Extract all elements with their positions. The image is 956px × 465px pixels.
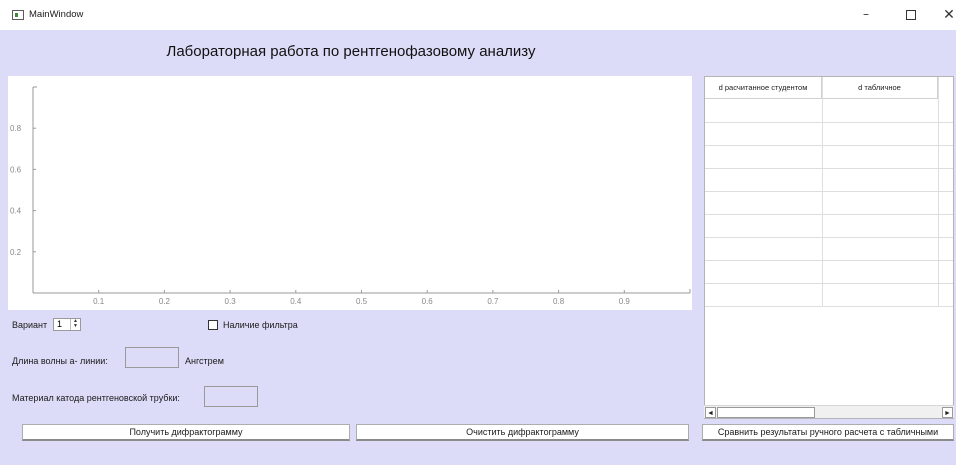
- table-row[interactable]: [705, 284, 953, 307]
- wavelength-label: Длина волны а- линии:: [12, 356, 108, 366]
- compare-results-button[interactable]: Сравнить результаты ручного расчета с та…: [702, 424, 954, 441]
- minimize-button[interactable]: –: [856, 6, 876, 24]
- y-tick-label: 0.8: [10, 124, 22, 133]
- maximize-icon: [906, 10, 916, 20]
- y-tick-label: 0.4: [10, 207, 22, 216]
- x-tick-label: 0.2: [159, 297, 171, 306]
- title-bar: MainWindow – ✕: [0, 0, 956, 30]
- variant-label: Вариант: [12, 320, 48, 330]
- scroll-right-icon[interactable]: ►: [942, 407, 953, 418]
- x-tick-label: 0.7: [487, 297, 499, 306]
- filter-checkbox[interactable]: [208, 320, 218, 330]
- close-button[interactable]: ✕: [939, 6, 956, 24]
- table-row[interactable]: [705, 261, 953, 284]
- column-header-table[interactable]: d табличное: [822, 77, 938, 99]
- maximize-button[interactable]: [901, 6, 921, 24]
- spin-arrows-icon[interactable]: ▲ ▼: [70, 319, 80, 330]
- y-tick-label: 0.2: [10, 248, 22, 257]
- window-title: MainWindow: [29, 9, 84, 20]
- table-row[interactable]: [705, 123, 953, 146]
- column-divider: [822, 77, 823, 307]
- app-icon: [12, 10, 24, 20]
- scroll-thumb[interactable]: [717, 407, 815, 418]
- cathode-label: Материал катода рентгеновской трубки:: [12, 393, 180, 403]
- table-row[interactable]: [705, 215, 953, 238]
- diffractogram-plot[interactable]: 0.1 0.2 0.3 0.4 0.5 0.6 0.7 0.8 0.9 0.2 0.4 0.6 0.8: [8, 76, 692, 310]
- table-horizontal-scrollbar[interactable]: ◄ ►: [704, 405, 954, 418]
- wavelength-unit: Ангстрем: [185, 356, 224, 366]
- table-row[interactable]: [705, 146, 953, 169]
- results-table[interactable]: d расчитанное студентом d табличное: [704, 76, 954, 419]
- scroll-left-icon[interactable]: ◄: [705, 407, 716, 418]
- x-tick-label: 0.8: [553, 297, 565, 306]
- x-tick-label: 0.9: [619, 297, 631, 306]
- cathode-input[interactable]: [204, 386, 258, 407]
- filter-label: Наличие фильтра: [223, 320, 298, 330]
- table-row[interactable]: [705, 100, 953, 123]
- column-header-student[interactable]: d расчитанное студентом: [705, 77, 822, 99]
- variant-spinbox[interactable]: 1 ▲ ▼: [53, 318, 81, 331]
- clear-diffractogram-button[interactable]: Очистить дифрактограмму: [356, 424, 689, 441]
- table-row[interactable]: [705, 169, 953, 192]
- page-title: Лабораторная работа по рентгенофазовому …: [166, 43, 536, 60]
- x-tick-label: 0.5: [356, 297, 368, 306]
- variant-value: 1: [57, 319, 63, 329]
- table-row[interactable]: [705, 238, 953, 261]
- x-tick-label: 0.6: [422, 297, 434, 306]
- x-tick-label: 0.4: [290, 297, 302, 306]
- column-divider: [938, 77, 939, 307]
- table-row[interactable]: [705, 192, 953, 215]
- x-tick-label: 0.1: [93, 297, 105, 306]
- get-diffractogram-button[interactable]: Получить дифрактограмму: [22, 424, 350, 441]
- wavelength-input[interactable]: [125, 347, 179, 368]
- x-tick-label: 0.3: [225, 297, 237, 306]
- y-tick-label: 0.6: [10, 165, 22, 174]
- plot-canvas: 0.1 0.2 0.3 0.4 0.5 0.6 0.7 0.8 0.9 0.2 0.4 0.6 0.8: [10, 86, 691, 306]
